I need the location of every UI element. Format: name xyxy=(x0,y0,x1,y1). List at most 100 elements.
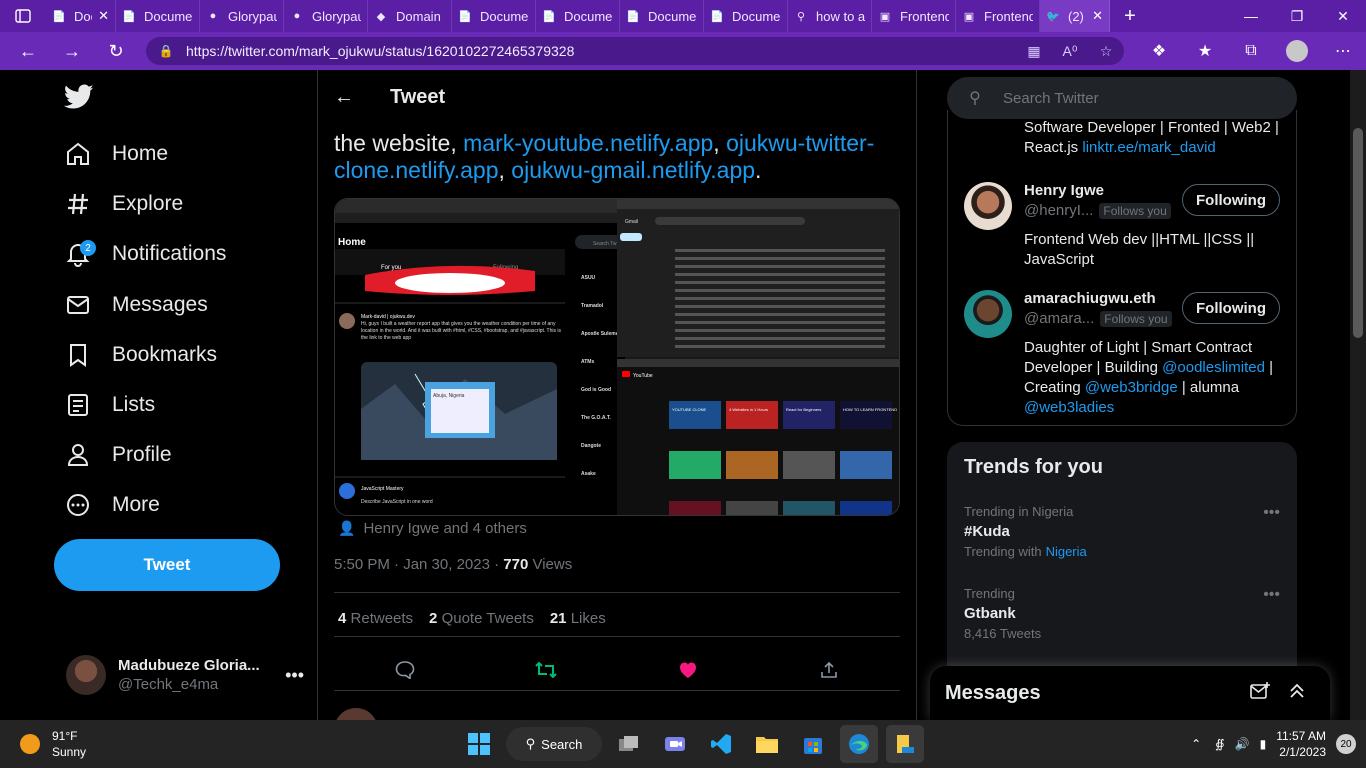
quotes-stat[interactable]: 2 Quote Tweets xyxy=(429,610,534,627)
browser-tab[interactable]: ⚲ how to a xyxy=(788,0,872,32)
following-button[interactable]: Following xyxy=(1182,292,1280,324)
windows-start-icon[interactable] xyxy=(460,725,498,763)
taskbar-search[interactable]: ⚲ Search xyxy=(506,727,602,761)
weather-widget[interactable]: 91°F Sunny xyxy=(20,728,86,760)
back-icon[interactable]: ← xyxy=(6,32,50,70)
following-button[interactable]: Following xyxy=(1182,184,1280,216)
task-view-icon[interactable] xyxy=(610,725,648,763)
search-box[interactable]: ⚲ Search Twitter xyxy=(947,77,1297,119)
restore-icon[interactable]: ❐ xyxy=(1274,0,1320,32)
settings-more-icon[interactable]: ⋯ xyxy=(1320,41,1366,61)
trend-item[interactable]: Trending Gtbank 8,416 Tweets ••• xyxy=(964,586,1280,641)
trend-link[interactable]: Nigeria xyxy=(1046,544,1087,559)
new-tab-button[interactable]: + xyxy=(1110,0,1150,32)
new-message-icon[interactable] xyxy=(1250,681,1270,705)
timestamp-text: 5:50 PM · Jan 30, 2023 · xyxy=(334,556,504,573)
notification-badge[interactable]: 20 xyxy=(1336,734,1356,754)
user-name: Henry Igwe xyxy=(1024,182,1105,199)
messages-drawer[interactable]: Messages xyxy=(930,666,1330,720)
refresh-icon[interactable]: ↻ xyxy=(94,32,138,70)
more-dots-icon[interactable]: ••• xyxy=(1263,504,1280,522)
profile-avatar[interactable] xyxy=(1286,40,1308,62)
account-switcher[interactable]: Madubueze Gloria... @Techk_e4ma ••• xyxy=(54,645,304,705)
nav-item-more[interactable]: More xyxy=(54,481,160,529)
tweet-button[interactable]: Tweet xyxy=(54,539,280,591)
url-field[interactable]: 🔒 https://twitter.com/mark_ojukwu/status… xyxy=(146,37,1124,65)
mention-link[interactable]: @web3ladies xyxy=(1024,399,1114,416)
apps-icon[interactable]: ▦ xyxy=(1016,43,1052,60)
user-handle: @henryI... Follows you xyxy=(1024,202,1171,219)
reply-icon[interactable] xyxy=(385,650,425,690)
nav-item-notifications[interactable]: 2 Notifications xyxy=(54,230,226,278)
more-dots-icon[interactable]: ••• xyxy=(285,665,304,686)
browser-tab[interactable]: ● Glorypau xyxy=(200,0,284,32)
avatar xyxy=(964,182,1012,230)
chevron-up-icon[interactable]: ⌃ xyxy=(1191,737,1201,751)
scrollbar-thumb[interactable] xyxy=(1353,128,1363,338)
nav-item-explore[interactable]: Explore xyxy=(54,180,183,228)
retweets-stat[interactable]: 4 Retweets xyxy=(338,610,413,627)
nav-item-profile[interactable]: Profile xyxy=(54,431,172,479)
vscode-icon[interactable] xyxy=(702,725,740,763)
forward-icon[interactable]: → xyxy=(50,32,94,70)
liked-by[interactable]: 👤 Henry Igwe and 4 others xyxy=(338,520,527,537)
browser-tab[interactable]: 📄 Documer xyxy=(704,0,788,32)
bio-link[interactable]: linktr.ee/mark_david xyxy=(1082,139,1215,156)
page-scrollbar[interactable] xyxy=(1350,70,1366,720)
nav-item-messages[interactable]: Messages xyxy=(54,281,208,329)
minimize-icon[interactable]: — xyxy=(1228,0,1274,32)
favorites-icon[interactable]: ★ xyxy=(1182,41,1228,61)
add-favorite-icon[interactable]: ☆ xyxy=(1088,43,1124,60)
notification-count-badge: 2 xyxy=(80,240,96,256)
read-aloud-icon[interactable]: A⁰ xyxy=(1052,43,1088,60)
retweet-icon[interactable] xyxy=(526,650,566,690)
browser-tab[interactable]: ▣ Frontend xyxy=(956,0,1040,32)
browser-tab[interactable]: ▣ Frontend xyxy=(872,0,956,32)
mention-link[interactable]: @oodleslimited xyxy=(1162,359,1265,376)
browser-tab[interactable]: 🐦 (2) M ✕ xyxy=(1040,0,1110,32)
nav-item-lists[interactable]: Lists xyxy=(54,381,155,429)
system-tray: ⌃ ∯ 🔊 ▮ 11:57 AM 2/1/2023 20 xyxy=(1191,720,1356,768)
file-explorer-icon[interactable] xyxy=(748,725,786,763)
close-tab-icon[interactable]: ✕ xyxy=(98,8,109,24)
address-bar: ← → ↻ 🔒 https://twitter.com/mark_ojukwu/… xyxy=(0,32,1366,70)
browser-tab[interactable]: 📄 Documer xyxy=(116,0,200,32)
more-dots-icon[interactable]: ••• xyxy=(1263,586,1280,604)
collections-icon[interactable]: ⧉ xyxy=(1228,42,1274,60)
battery-icon[interactable]: ▮ xyxy=(1260,737,1267,751)
clock[interactable]: 11:57 AM 2/1/2023 xyxy=(1276,728,1326,760)
back-arrow-icon[interactable]: ← xyxy=(318,86,370,109)
tweet-media-image[interactable]: Home For you Following Mark-david | ojuk… xyxy=(334,198,900,516)
nav-item-bookmarks[interactable]: Bookmarks xyxy=(54,331,217,379)
browser-tab[interactable]: 📄 Documer xyxy=(620,0,704,32)
volume-icon[interactable]: 🔊 xyxy=(1235,737,1250,751)
close-tab-icon[interactable]: ✕ xyxy=(1092,8,1103,24)
close-window-icon[interactable]: ✕ xyxy=(1320,0,1366,32)
like-icon[interactable] xyxy=(668,650,708,690)
wifi-icon[interactable]: ∯ xyxy=(1215,737,1224,751)
search-placeholder: Search Twitter xyxy=(1003,89,1099,107)
link-gmail-clone[interactable]: ojukwu-gmail.netlify.app xyxy=(511,157,755,183)
browser-tab[interactable]: 📄 Documer xyxy=(536,0,620,32)
mention-link[interactable]: @web3bridge xyxy=(1085,379,1178,396)
trend-item[interactable]: Trending in Nigeria #Kuda Trending with N… xyxy=(964,504,1280,559)
divider xyxy=(334,592,900,593)
share-icon[interactable] xyxy=(809,650,849,690)
extensions-icon[interactable]: ❖ xyxy=(1136,41,1182,61)
browser-tab[interactable]: 📄 Doc ✕ xyxy=(46,0,116,32)
expand-icon[interactable] xyxy=(1288,682,1306,705)
edge-icon[interactable] xyxy=(840,725,878,763)
link-youtube-clone[interactable]: mark-youtube.netlify.app xyxy=(463,130,713,156)
browser-tab[interactable]: ● Glorypau xyxy=(284,0,368,32)
teams-chat-icon[interactable] xyxy=(656,725,694,763)
browser-tab[interactable]: ◆ Domain r xyxy=(368,0,452,32)
nav-item-label: Notifications xyxy=(112,242,227,265)
tab-actions-icon[interactable] xyxy=(0,0,46,32)
files-app-icon[interactable] xyxy=(886,725,924,763)
twitter-logo-icon[interactable] xyxy=(63,84,96,112)
nav-item-home[interactable]: Home xyxy=(54,130,168,178)
browser-tab[interactable]: 📄 Documer xyxy=(452,0,536,32)
store-icon[interactable] xyxy=(794,725,832,763)
likes-stat[interactable]: 21 Likes xyxy=(550,610,606,627)
tab-title: Domain r xyxy=(396,8,445,24)
